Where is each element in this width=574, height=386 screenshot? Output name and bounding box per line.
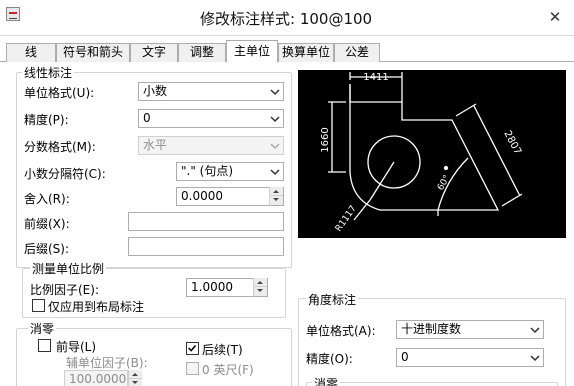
angular-group — [298, 298, 566, 386]
unit-format-value: 小数 — [143, 84, 168, 98]
linear-group-label: 线性标注 — [22, 64, 75, 81]
precision-select[interactable]: 0 — [138, 109, 284, 128]
spin-up-icon[interactable] — [129, 370, 142, 379]
trailing-zero-checkbox[interactable] — [186, 342, 199, 355]
decimal-separator-label: 小数分隔符(C): — [24, 167, 106, 181]
tab-primary-units[interactable]: 主单位 — [226, 40, 278, 63]
sub-unit-factor-input[interactable]: 100.0000 — [64, 370, 128, 386]
chevron-down-icon — [270, 143, 280, 150]
angular-unit-format-select[interactable]: 十进制度数 — [396, 320, 544, 339]
tab-symbols-arrows[interactable]: 符号和箭头 — [56, 43, 130, 62]
leading-zero-checkbox[interactable] — [38, 339, 51, 352]
scale-factor-spinner[interactable] — [253, 278, 267, 297]
angular-zero-group — [306, 382, 558, 386]
tab-text[interactable]: 文字 — [130, 43, 178, 62]
window-title: 修改标注样式: 100@100 — [200, 10, 373, 28]
prefix-label: 前缀(X): — [24, 217, 70, 231]
suffix-label: 后缀(S): — [24, 242, 70, 256]
spin-down-icon[interactable] — [129, 379, 142, 386]
dimension-preview: 1411 1660 2807 60° R1117 — [298, 70, 566, 238]
zero-feet-checkbox[interactable] — [186, 362, 199, 375]
tab-bar: 线 符号和箭头 文字 调整 主单位 换算单位 公差 — [0, 40, 574, 63]
round-off-label: 舍入(R): — [24, 192, 70, 206]
tab-tolerances[interactable]: 公差 — [334, 43, 380, 62]
precision-label: 精度(P): — [24, 113, 69, 127]
trailing-zero-label: 后续(T) — [202, 343, 243, 357]
angular-unit-format-label: 单位格式(A): — [306, 324, 376, 338]
chevron-down-icon — [270, 116, 280, 123]
angular-precision-label: 精度(O): — [306, 352, 353, 366]
unit-format-select[interactable]: 小数 — [138, 82, 284, 101]
angular-precision-value: 0 — [401, 350, 409, 364]
layout-only-checkbox[interactable] — [32, 299, 45, 312]
checkmark-icon — [188, 345, 197, 352]
scale-group-label: 测量单位比例 — [30, 260, 107, 277]
round-off-spinner[interactable] — [269, 187, 283, 206]
zero-feet-label: 0 英尺(F) — [202, 363, 254, 377]
precision-value: 0 — [143, 111, 151, 125]
sub-unit-factor-spinner[interactable] — [128, 370, 142, 386]
chevron-down-icon — [530, 327, 540, 334]
angular-group-label: 角度标注 — [306, 291, 359, 308]
zero-suppression-label: 消零 — [28, 320, 57, 337]
chevron-down-icon — [270, 89, 280, 96]
unit-format-label: 单位格式(U): — [24, 86, 95, 100]
title-bar: 修改标注样式: 100@100 ✕ — [0, 0, 574, 36]
spin-up-icon[interactable] — [254, 278, 267, 287]
decimal-separator-value: "." (句点) — [181, 164, 234, 178]
scale-factor-label: 比例因子(E): — [30, 283, 99, 297]
fraction-format-label: 分数格式(M): — [24, 140, 96, 154]
app-icon — [6, 7, 20, 21]
dim-diagonal-text: 2807 — [501, 129, 523, 157]
chevron-down-icon — [270, 169, 280, 176]
round-off-input[interactable]: 0.0000 — [176, 187, 284, 206]
angular-precision-select[interactable]: 0 — [396, 348, 544, 367]
angular-zero-group-label: 消零 — [312, 375, 341, 386]
fraction-format-value: 水平 — [143, 138, 168, 152]
layout-only-label: 仅应用到布局标注 — [48, 300, 145, 314]
tab-alternate-units[interactable]: 换算单位 — [278, 43, 334, 62]
spin-up-icon[interactable] — [270, 187, 283, 196]
tab-fit[interactable]: 调整 — [178, 43, 226, 62]
leading-zero-label: 前导(L) — [56, 340, 97, 354]
sub-unit-factor-label: 辅单位因子(B): — [66, 356, 148, 370]
tab-lines[interactable]: 线 — [6, 43, 56, 62]
suffix-input[interactable] — [128, 237, 284, 256]
preview-drawing: 1411 1660 2807 60° R1117 — [320, 72, 523, 234]
prefix-input[interactable] — [128, 212, 284, 231]
dim-angle-text: 60° — [436, 174, 453, 193]
fraction-format-select[interactable]: 水平 — [138, 136, 284, 155]
decimal-separator-select[interactable]: "." (句点) — [176, 162, 284, 181]
spin-down-icon[interactable] — [254, 287, 267, 296]
chevron-down-icon — [530, 355, 540, 362]
dim-left-text: 1660 — [320, 127, 331, 152]
angular-unit-format-value: 十进制度数 — [401, 322, 462, 336]
close-button[interactable]: ✕ — [544, 6, 566, 28]
spin-down-icon[interactable] — [270, 196, 283, 205]
dim-top-text: 1411 — [363, 72, 388, 83]
